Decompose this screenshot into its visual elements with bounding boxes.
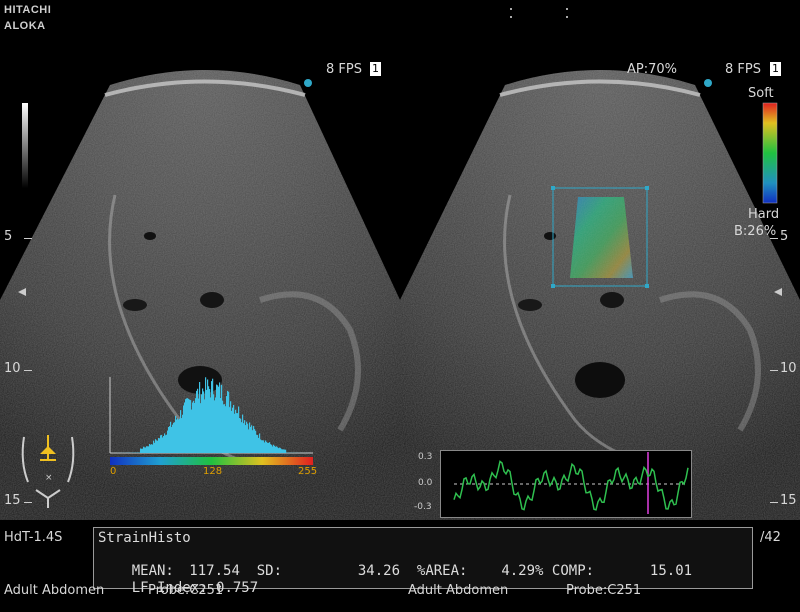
elasticity-color-bar	[763, 103, 777, 203]
graph-y-label-bottom: -0.3	[414, 502, 432, 512]
graph-y-label-zero: 0.0	[418, 478, 432, 488]
right-probe-label: Probe:C251	[566, 583, 641, 598]
histogram-axis-label-255: 255	[298, 466, 317, 477]
left-fps-label: 8 FPS	[326, 62, 362, 77]
area-value: 4.29%	[467, 563, 543, 579]
soft-label: Soft	[748, 86, 774, 101]
right-fps-label: 8 FPS	[725, 62, 761, 77]
hard-label: Hard	[748, 207, 779, 222]
depth-tick	[770, 370, 778, 371]
left-probe-label: Probe:C251	[148, 583, 223, 598]
stats-title: StrainHisto	[98, 530, 191, 546]
depth-tick	[770, 502, 778, 503]
frame-total-label: /42	[760, 530, 781, 545]
sd-value: 34.26	[282, 563, 400, 579]
area-label: %AREA:	[417, 563, 468, 579]
left-preset-label: Adult Abdomen	[4, 583, 104, 598]
strain-histo-stats-panel: StrainHisto MEAN:117.54 SD:34.26 %AREA:4…	[93, 527, 753, 589]
left-frame-indicator: 1	[370, 62, 381, 76]
graph-y-label-top: 0.3	[418, 452, 432, 462]
probe-mode-label: HdT-1.4S	[4, 530, 62, 545]
svg-text:×: ×	[45, 473, 53, 483]
strain-histogram	[105, 375, 320, 480]
histogram-axis-label-0: 0	[110, 466, 116, 477]
depth-label-10: 10	[4, 361, 21, 376]
probe-orientation-dot	[704, 79, 712, 87]
depth-label-5-right: 5	[780, 229, 788, 244]
depth-label-5: 5	[4, 229, 12, 244]
histogram-axis-label-128: 128	[203, 466, 222, 477]
probe-orientation-dot	[304, 79, 312, 87]
right-frame-indicator: 1	[770, 62, 781, 76]
grayscale-bar	[22, 103, 28, 188]
depth-label-10-right: 10	[780, 361, 797, 376]
sd-label: SD:	[257, 563, 282, 579]
acoustic-power-label: AP:70%	[627, 62, 677, 77]
comp-value: 15.01	[594, 563, 692, 579]
strain-waveform	[440, 450, 692, 518]
depth-label-15-right: 15	[780, 493, 797, 508]
b-gain-label: B:26%	[734, 224, 776, 239]
body-mark-icon: ×	[18, 432, 78, 512]
right-preset-label: Adult Abdomen	[408, 583, 508, 598]
depth-tick	[24, 370, 32, 371]
histogram-bar	[285, 450, 286, 453]
depth-tick	[24, 238, 32, 239]
comp-label: COMP:	[552, 563, 594, 579]
